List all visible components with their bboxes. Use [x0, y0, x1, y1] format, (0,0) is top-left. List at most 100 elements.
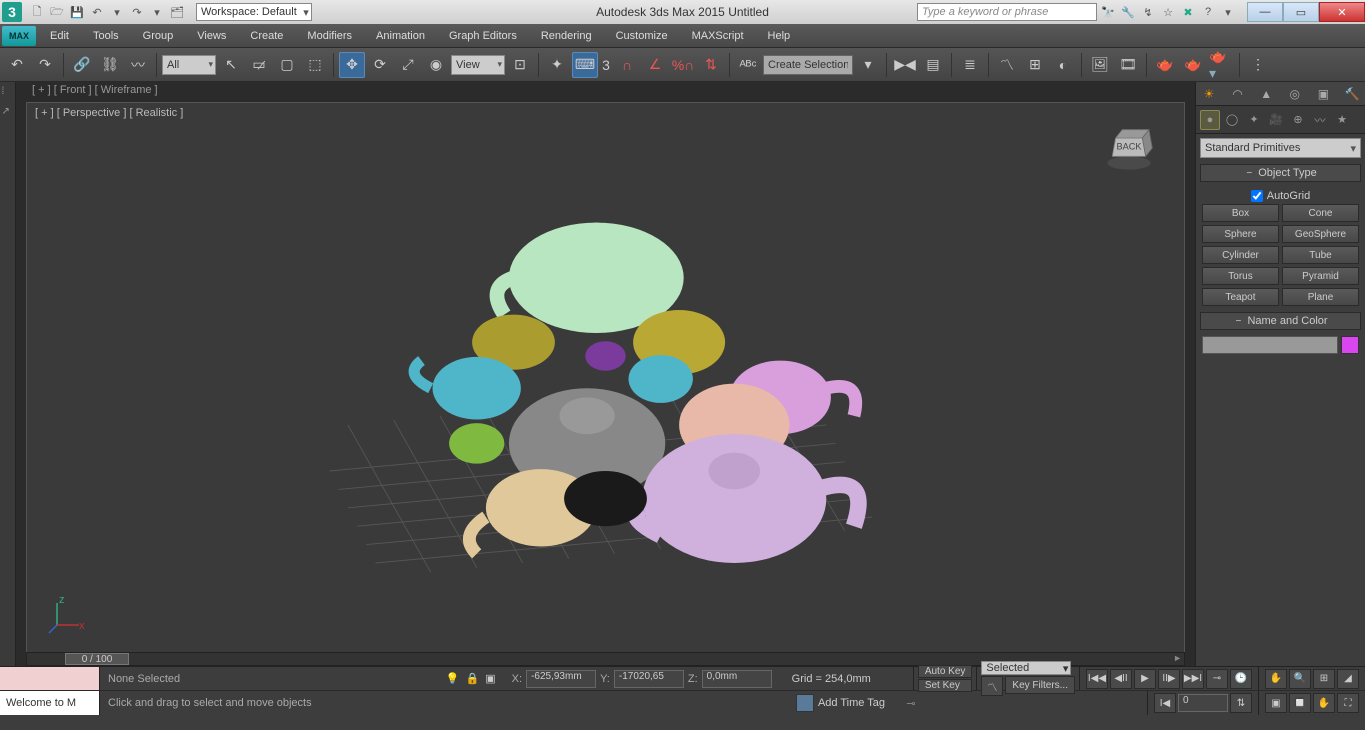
angle-snap-icon[interactable]: ∠ — [642, 52, 668, 78]
minimize-button[interactable]: — — [1247, 2, 1283, 22]
qat-dropdown2-icon[interactable]: ▾ — [148, 3, 166, 21]
menu-create[interactable]: Create — [238, 26, 295, 46]
shapes-icon[interactable]: ◯ — [1222, 110, 1242, 130]
create-teapot-button[interactable]: Teapot — [1202, 288, 1279, 306]
arrow-up-icon[interactable]: ▲ — [1257, 85, 1275, 103]
key-filters-button[interactable]: Key Filters... — [1005, 676, 1075, 694]
next-frame-icon[interactable]: II▶ — [1158, 669, 1180, 689]
undo-icon[interactable]: ↶ — [88, 3, 106, 21]
render-teapot2-icon[interactable]: 🫖 — [1180, 52, 1206, 78]
render-setup-icon[interactable]: 🖼 — [1087, 52, 1113, 78]
select-name-icon[interactable]: ▭̷ — [246, 52, 272, 78]
viewport-front-label[interactable]: [ + ] [ Front ] [ Wireframe ] — [32, 84, 158, 96]
primitive-category-dropdown[interactable]: Standard Primitives — [1200, 138, 1361, 158]
curve-editor-icon[interactable]: 〽 — [994, 52, 1020, 78]
maximize-button[interactable]: ▭ — [1283, 2, 1319, 22]
window-crossing-icon[interactable]: ⬚ — [302, 52, 328, 78]
snap-3d-icon[interactable]: ∩ — [614, 52, 640, 78]
wrench-icon[interactable]: 🔧 — [1119, 3, 1137, 21]
schematic-view-icon[interactable]: ⊞ — [1022, 52, 1048, 78]
menu-edit[interactable]: Edit — [38, 26, 81, 46]
align-icon[interactable]: ▤ — [920, 52, 946, 78]
spinner-snap-icon[interactable]: ⇅ — [698, 52, 724, 78]
strip-tool-icon[interactable]: ↗ — [2, 106, 14, 118]
sel-set-dropdown-icon[interactable]: ▾ — [855, 52, 881, 78]
new-icon[interactable]: 🗋 — [28, 3, 46, 21]
key-lock-icon[interactable]: ⊸ — [906, 697, 915, 710]
adaptive-degradation-icon[interactable]: 💡 — [446, 672, 460, 685]
select-scale-icon[interactable]: ⤢ — [395, 52, 421, 78]
maxscript-listener-top[interactable] — [0, 667, 100, 690]
key-filter-selector[interactable]: Selected — [981, 661, 1071, 675]
pivot-center-icon[interactable]: ⊡ — [507, 52, 533, 78]
hammer-icon[interactable]: 🔨 — [1343, 85, 1361, 103]
close-button[interactable]: ✕ — [1319, 2, 1365, 22]
selection-lock-icon[interactable]: 🔒 — [466, 672, 480, 685]
time-slider-thumb[interactable]: 0 / 100 — [65, 653, 129, 665]
undo-button[interactable]: ↶ — [4, 52, 30, 78]
perspective-viewport[interactable]: [ + ] [ Perspective ] [ Realistic ] BACK — [26, 102, 1185, 656]
select-rotate-icon[interactable]: ⟳ — [367, 52, 393, 78]
current-frame-input[interactable]: 0 — [1178, 694, 1228, 712]
rollout-name-color[interactable]: Name and Color — [1200, 312, 1361, 330]
named-selection-input[interactable] — [763, 55, 853, 75]
create-box-button[interactable]: Box — [1202, 204, 1279, 222]
workspace-selector[interactable]: Workspace: Default — [196, 3, 312, 21]
setkey-button[interactable]: Set Key — [918, 679, 973, 692]
mirror-icon[interactable]: ▶◀ — [892, 52, 918, 78]
target-icon[interactable]: ◎ — [1286, 85, 1304, 103]
create-pyramid-button[interactable]: Pyramid — [1282, 267, 1359, 285]
create-sphere-button[interactable]: Sphere — [1202, 225, 1279, 243]
create-cylinder-button[interactable]: Cylinder — [1202, 246, 1279, 264]
redo-button[interactable]: ↷ — [32, 52, 58, 78]
help-icon[interactable]: ? — [1199, 3, 1217, 21]
create-torus-button[interactable]: Torus — [1202, 267, 1279, 285]
sun-icon[interactable]: ☀ — [1200, 85, 1218, 103]
play-icon[interactable]: ▶ — [1134, 669, 1156, 689]
zoom-extents-icon[interactable]: ▣ — [1265, 693, 1287, 713]
timetag-icon[interactable] — [796, 694, 814, 712]
geometry-icon[interactable]: ● — [1200, 110, 1220, 130]
render-teapot1-icon[interactable]: 🫖 — [1152, 52, 1178, 78]
render-frame-icon[interactable]: 🎞 — [1115, 52, 1141, 78]
prev-frame-icon[interactable]: ◀II — [1110, 669, 1132, 689]
systems-icon[interactable]: ★ — [1332, 110, 1352, 130]
help-dropdown-icon[interactable]: ▾ — [1219, 3, 1237, 21]
menu-customize[interactable]: Customize — [604, 26, 680, 46]
favorite-icon[interactable]: ☆ — [1159, 3, 1177, 21]
key-mode-icon[interactable]: 〽 — [981, 676, 1003, 696]
maximize-viewport-icon[interactable]: ⛶ — [1337, 693, 1359, 713]
help-search-input[interactable]: Type a keyword or phrase — [917, 3, 1097, 21]
menu-group[interactable]: Group — [131, 26, 186, 46]
menu-graph-editors[interactable]: Graph Editors — [437, 26, 529, 46]
coord-x-input[interactable]: -625,93mm — [526, 670, 596, 688]
open-icon[interactable]: 🗁 — [48, 3, 66, 21]
frame-spinner-icon[interactable]: ⇅ — [1230, 693, 1252, 713]
autodesk-x-icon[interactable]: ✖ — [1179, 3, 1197, 21]
time-config-icon[interactable]: 🕒 — [1230, 669, 1252, 689]
coord-z-input[interactable]: 0,0mm — [702, 670, 772, 688]
object-color-swatch[interactable] — [1341, 336, 1359, 354]
isolate-icon[interactable]: ▣ — [485, 672, 495, 685]
menu-animation[interactable]: Animation — [364, 26, 437, 46]
select-region-icon[interactable]: ▢ — [274, 52, 300, 78]
keyboard-shortcut-icon[interactable]: ⌨ — [572, 52, 598, 78]
named-sel-edit-icon[interactable]: ᴬᴮᶜ — [735, 52, 761, 78]
autogrid-checkbox[interactable] — [1251, 190, 1263, 202]
menu-tools[interactable]: Tools — [81, 26, 131, 46]
menu-maxscript[interactable]: MAXScript — [680, 26, 756, 46]
prev-key-icon[interactable]: I◀ — [1154, 693, 1176, 713]
render-teapot3-icon[interactable]: 🫖▾ — [1208, 52, 1234, 78]
toolbar-end-grip[interactable]: ⋮ — [1245, 52, 1271, 78]
save-icon[interactable]: 💾 — [68, 3, 86, 21]
material-editor-icon[interactable]: ◐ — [1050, 52, 1076, 78]
create-cone-button[interactable]: Cone — [1282, 204, 1359, 222]
cameras-icon[interactable]: 🎥 — [1266, 110, 1286, 130]
qat-dropdown-icon[interactable]: ▾ — [108, 3, 126, 21]
zoom-all-icon[interactable]: ⊞ — [1313, 669, 1335, 689]
select-move-icon[interactable]: ✥ — [339, 52, 365, 78]
helpers-icon[interactable]: ⊕ — [1288, 110, 1308, 130]
select-object-icon[interactable]: ↖ — [218, 52, 244, 78]
zoom-region-icon[interactable]: 🔲 — [1289, 693, 1311, 713]
manipulate-icon[interactable]: ✦ — [544, 52, 570, 78]
